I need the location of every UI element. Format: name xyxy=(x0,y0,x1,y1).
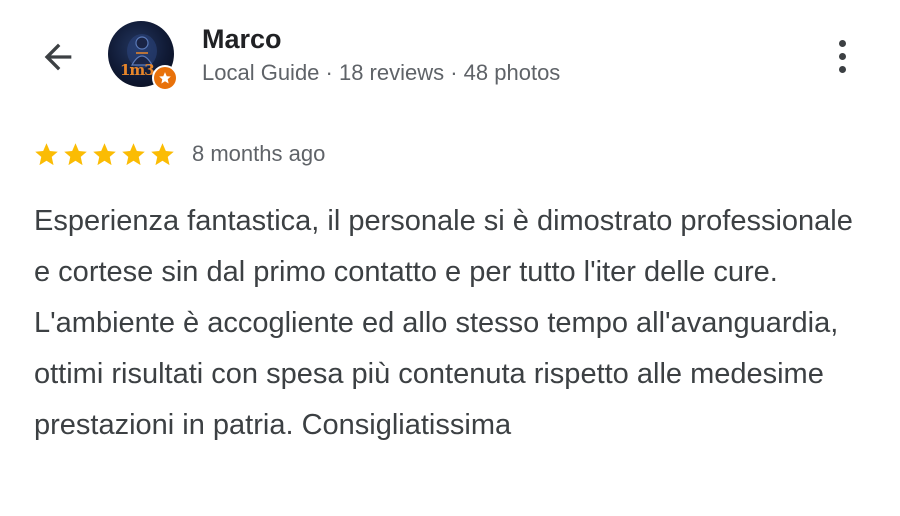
reviewer-name[interactable]: Marco xyxy=(202,24,282,55)
local-guide-badge xyxy=(152,65,178,91)
star-icon xyxy=(122,142,145,165)
star-icon xyxy=(159,72,171,84)
star-icon xyxy=(151,142,174,165)
reviewer-avatar[interactable]: 1m3 xyxy=(108,21,178,91)
more-vert-icon xyxy=(838,39,846,47)
arrow-back-icon xyxy=(44,43,72,71)
more-options-button[interactable] xyxy=(822,30,862,82)
review-date: 8 months ago xyxy=(192,141,326,166)
more-vert-icon-dot xyxy=(838,52,846,60)
rating-row: 8 months ago xyxy=(33,138,325,170)
review-text: Esperienza fantastica, il personale si è… xyxy=(34,205,853,441)
avatar-logo-text: 1m3 xyxy=(120,61,155,79)
star-rating xyxy=(33,141,176,168)
reviewer-meta: Local Guide · 18 reviews · 48 photos xyxy=(202,60,561,85)
more-vert-icon-dot xyxy=(838,65,846,73)
back-button[interactable] xyxy=(34,35,82,79)
star-icon xyxy=(64,142,87,165)
star-icon xyxy=(93,142,116,165)
star-icon xyxy=(35,142,58,165)
